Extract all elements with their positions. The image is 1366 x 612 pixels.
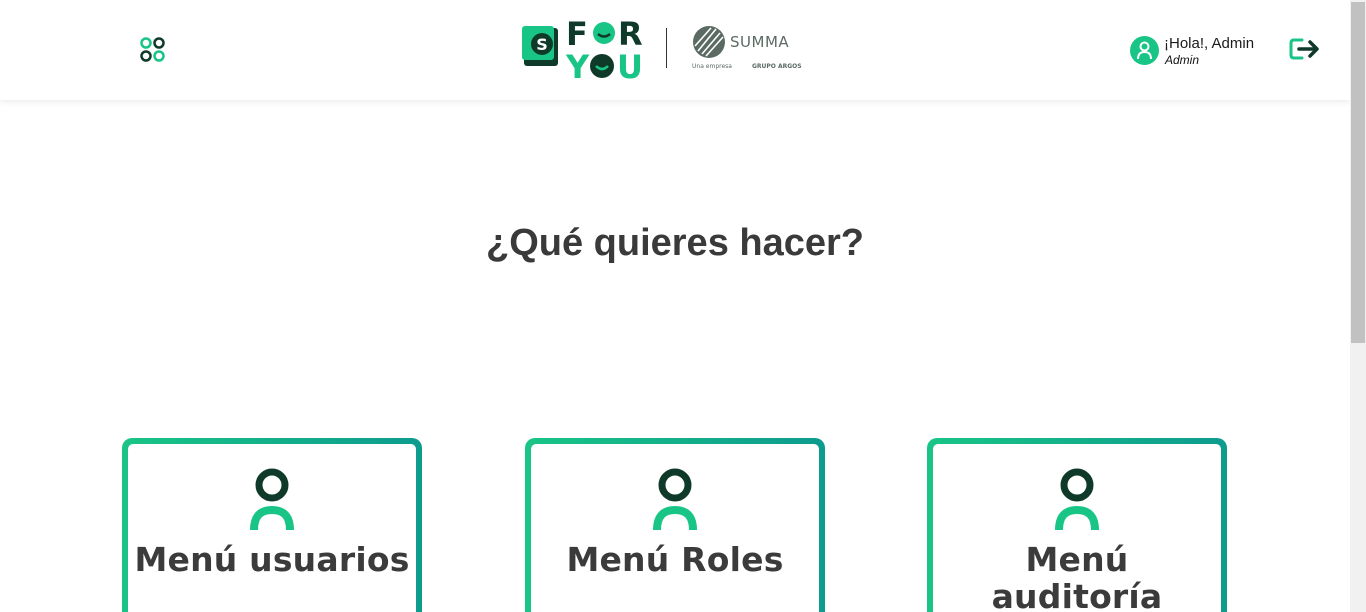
summa-tagline: Una empresa GRUPO ARGOS xyxy=(692,63,802,70)
summa-logo: SUMMA Una empresa GRUPO ARGOS xyxy=(690,24,802,74)
apps-grid-icon[interactable] xyxy=(139,36,167,64)
card-menu-usuarios[interactable]: Menú usuarios xyxy=(122,438,422,612)
logo-badge: S xyxy=(536,35,548,54)
page-title: ¿Qué quieres hacer? xyxy=(485,222,864,264)
user-menu[interactable]: ¡Hola!, Admin Admin xyxy=(1130,34,1270,70)
summa-emblem-icon xyxy=(693,26,725,58)
user-icon xyxy=(1130,36,1159,65)
top-header: S F R Y U SUMMA Una empresaGRUPO ARGOS xyxy=(0,0,1350,100)
user-role: Admin xyxy=(1165,53,1200,67)
summa-text: SUMMA xyxy=(730,33,790,51)
foryou-logo: S F R Y U xyxy=(522,16,643,82)
user-icon xyxy=(653,468,697,531)
user-icon xyxy=(1055,468,1099,531)
card-label: Menú usuarios xyxy=(134,540,410,579)
brand-logos[interactable]: S F R Y U SUMMA Una empresa GRUPO ARGOS xyxy=(522,16,802,82)
greeting-text: ¡Hola!, Admin xyxy=(1164,35,1255,52)
user-icon xyxy=(250,468,294,531)
svg-text:Y: Y xyxy=(565,48,590,82)
logo-divider xyxy=(666,28,667,68)
card-label: Menú Roles xyxy=(566,540,784,579)
svg-text:U: U xyxy=(617,48,643,82)
card-label: Menú auditoría xyxy=(991,540,1163,612)
card-menu-auditoria[interactable]: Menú auditoría xyxy=(927,438,1227,612)
scrollbar-thumb[interactable] xyxy=(1351,2,1365,343)
logout-icon[interactable] xyxy=(1288,36,1322,62)
card-menu-roles[interactable]: Menú Roles xyxy=(525,438,825,612)
